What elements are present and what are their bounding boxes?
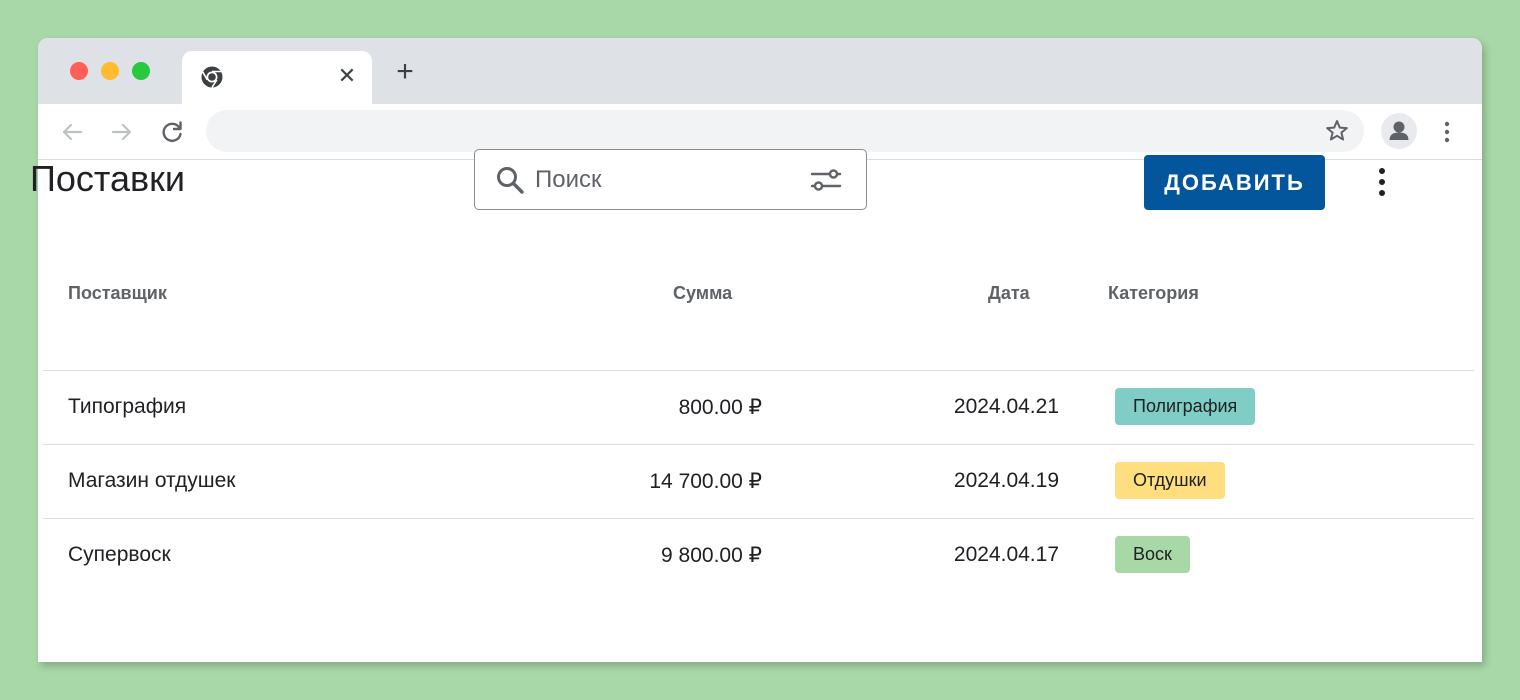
cell-amount: 800.00 ₽ <box>678 396 762 419</box>
column-header-supplier[interactable]: Поставщик <box>68 283 167 304</box>
category-chip: Полиграфия <box>1115 388 1256 425</box>
tab-strip: ✕ + <box>38 38 1482 104</box>
table-row[interactable]: Магазин отдушек 14 700.00 ₽ 2024.04.19 О… <box>43 444 1474 518</box>
avatar[interactable] <box>1381 113 1417 149</box>
category-chip: Воск <box>1115 536 1190 573</box>
arrow-left-icon[interactable] <box>58 118 86 146</box>
page-title: Поставки <box>30 158 185 199</box>
category-chip: Отдушки <box>1115 462 1225 499</box>
cell-amount: 9 800.00 ₽ <box>661 544 762 567</box>
star-icon[interactable] <box>1324 118 1350 144</box>
avatar-icon <box>1389 121 1409 140</box>
new-tab-button[interactable]: + <box>392 57 418 87</box>
add-button[interactable]: ДОБАВИТЬ <box>1144 155 1325 210</box>
cell-date: 2024.04.21 <box>953 395 1059 418</box>
column-header-amount[interactable]: Сумма <box>673 283 732 304</box>
cell-date: 2024.04.19 <box>953 469 1059 492</box>
cell-supplier: Магазин отдушек <box>68 469 236 492</box>
filter-sliders-icon[interactable] <box>809 164 843 196</box>
search-box[interactable] <box>474 149 867 210</box>
browser-tab[interactable]: ✕ <box>182 51 372 104</box>
cell-supplier: Супервоск <box>68 543 171 566</box>
more-vertical-icon[interactable] <box>1435 119 1459 145</box>
search-input[interactable] <box>535 163 795 197</box>
search-icon <box>497 167 524 194</box>
more-vertical-icon[interactable] <box>1372 166 1392 200</box>
table-row[interactable]: Супервоск 9 800.00 ₽ 2024.04.17 Воск <box>43 518 1474 592</box>
cell-supplier: Типография <box>68 395 187 418</box>
reload-icon[interactable] <box>158 118 186 146</box>
close-window-button[interactable] <box>70 62 88 80</box>
cell-date: 2024.04.17 <box>953 543 1059 566</box>
minimize-window-button[interactable] <box>101 62 119 80</box>
address-bar[interactable] <box>206 110 1364 152</box>
column-header-date[interactable]: Дата <box>988 283 1030 304</box>
close-tab-icon[interactable]: ✕ <box>336 63 358 89</box>
table-row[interactable]: Типография 800.00 ₽ 2024.04.21 Полиграфи… <box>43 370 1474 444</box>
cell-amount: 14 700.00 ₽ <box>649 470 762 493</box>
maximize-window-button[interactable] <box>132 62 150 80</box>
arrow-right-icon[interactable] <box>108 118 136 146</box>
column-header-category[interactable]: Категория <box>1108 283 1199 304</box>
chrome-icon <box>201 66 223 88</box>
